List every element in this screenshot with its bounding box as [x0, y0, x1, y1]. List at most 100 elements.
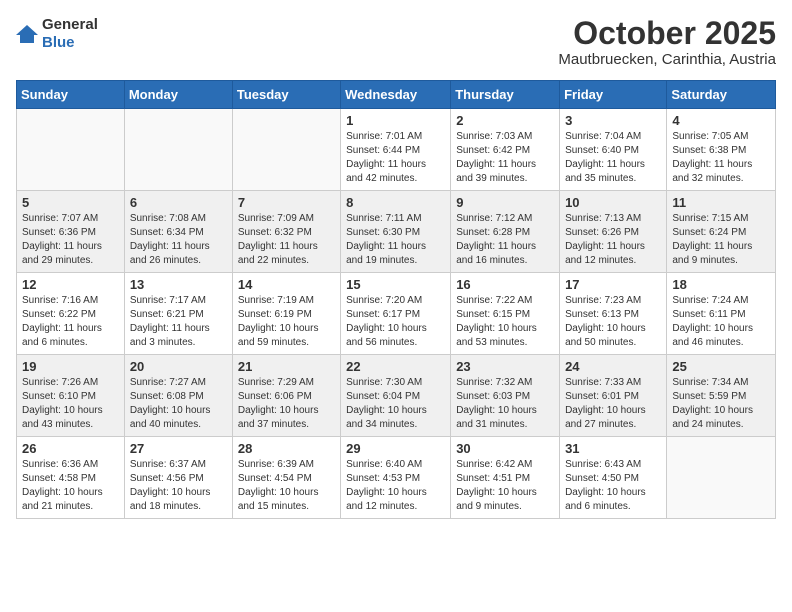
calendar-cell: 6Sunrise: 7:08 AM Sunset: 6:34 PM Daylig…: [124, 191, 232, 273]
calendar-cell: 5 Sunrise: 7:07 AM Sunset: 6:36 PM Daylig…: [17, 191, 125, 273]
calendar-cell: [124, 109, 232, 191]
week-row-5: 26 Sunrise: 6:36 AM Sunset: 4:58 PM Dayli…: [17, 437, 776, 519]
day-info: Sunrise: 7:30 AM Sunset: 6:04 PM Dayligh…: [346, 376, 445, 432]
day-number: 11: [672, 195, 770, 210]
calendar-cell: 18 Sunrise: 7:24 AM Sunset: 6:11 PM Dayli…: [667, 273, 776, 355]
day-number: 25: [672, 359, 770, 374]
day-number: 8: [346, 195, 445, 210]
day-info: Sunrise: 7:09 AM Sunset: 6:32 PM Dayligh…: [238, 212, 335, 268]
day-info: Sunrise: 7:22 AM Sunset: 6:15 PM Dayligh…: [456, 294, 554, 350]
day-number: 22: [346, 359, 445, 374]
day-number: 17: [565, 277, 661, 292]
day-number: 20: [130, 359, 227, 374]
calendar-cell: 25Sunrise: 7:34 AM Sunset: 5:59 PM Dayli…: [667, 355, 776, 437]
calendar-cell: 16 Sunrise: 7:22 AM Sunset: 6:15 PM Dayli…: [451, 273, 560, 355]
weekday-header-saturday: Saturday: [667, 81, 776, 109]
day-info: Sunrise: 7:27 AM Sunset: 6:08 PM Dayligh…: [130, 376, 227, 432]
day-number: 24: [565, 359, 661, 374]
day-number: 28: [238, 441, 335, 456]
weekday-header-monday: Monday: [124, 81, 232, 109]
calendar-cell: 20 Sunrise: 7:27 AM Sunset: 6:08 PM Dayli…: [124, 355, 232, 437]
day-info: Sunrise: 7:01 AM Sunset: 6:44 PM Dayligh…: [346, 130, 445, 186]
calendar-cell: 14Sunrise: 7:19 AM Sunset: 6:19 PM Dayli…: [232, 273, 340, 355]
day-number: 12: [22, 277, 119, 292]
page-header: General Blue October 2025 Mautbruecken, …: [16, 16, 776, 68]
day-info: Sunrise: 6:43 AM Sunset: 4:50 PM Dayligh…: [565, 458, 661, 514]
calendar-cell: 21 Sunrise: 7:29 AM Sunset: 6:06 PM Dayli…: [232, 355, 340, 437]
weekday-header-friday: Friday: [560, 81, 667, 109]
weekday-header-thursday: Thursday: [451, 81, 560, 109]
calendar-cell: 15 Sunrise: 7:20 AM Sunset: 6:17 PM Dayli…: [341, 273, 451, 355]
day-info: Sunrise: 7:05 AM Sunset: 6:38 PM Dayligh…: [672, 130, 770, 186]
calendar-cell: 7 Sunrise: 7:09 AM Sunset: 6:32 PM Daylig…: [232, 191, 340, 273]
day-number: 26: [22, 441, 119, 456]
day-number: 18: [672, 277, 770, 292]
calendar-cell: [17, 109, 125, 191]
day-number: 1: [346, 113, 445, 128]
day-info: Sunrise: 6:40 AM Sunset: 4:53 PM Dayligh…: [346, 458, 445, 514]
week-row-4: 19 Sunrise: 7:26 AM Sunset: 6:10 PM Dayli…: [17, 355, 776, 437]
weekday-header-tuesday: Tuesday: [232, 81, 340, 109]
calendar-cell: 24 Sunrise: 7:33 AM Sunset: 6:01 PM Dayli…: [560, 355, 667, 437]
day-info: Sunrise: 7:03 AM Sunset: 6:42 PM Dayligh…: [456, 130, 554, 186]
weekday-header-row: SundayMondayTuesdayWednesdayThursdayFrid…: [17, 81, 776, 109]
calendar-cell: 13 Sunrise: 7:17 AM Sunset: 6:21 PM Dayli…: [124, 273, 232, 355]
day-info: Sunrise: 6:37 AM Sunset: 4:56 PM Dayligh…: [130, 458, 227, 514]
calendar-cell: 4 Sunrise: 7:05 AM Sunset: 6:38 PM Daylig…: [667, 109, 776, 191]
calendar-cell: 12 Sunrise: 7:16 AM Sunset: 6:22 PM Dayli…: [17, 273, 125, 355]
calendar-cell: 8 Sunrise: 7:11 AM Sunset: 6:30 PM Daylig…: [341, 191, 451, 273]
day-info: Sunrise: 7:11 AM Sunset: 6:30 PM Dayligh…: [346, 212, 445, 268]
day-number: 7: [238, 195, 335, 210]
day-number: 5: [22, 195, 119, 210]
calendar-cell: 26 Sunrise: 6:36 AM Sunset: 4:58 PM Dayli…: [17, 437, 125, 519]
week-row-2: 5 Sunrise: 7:07 AM Sunset: 6:36 PM Daylig…: [17, 191, 776, 273]
calendar-cell: 28 Sunrise: 6:39 AM Sunset: 4:54 PM Dayli…: [232, 437, 340, 519]
day-info: Sunrise: 7:33 AM Sunset: 6:01 PM Dayligh…: [565, 376, 661, 432]
day-number: 30: [456, 441, 554, 456]
day-info: Sunrise: 7:15 AM Sunset: 6:24 PM Dayligh…: [672, 212, 770, 268]
week-row-3: 12 Sunrise: 7:16 AM Sunset: 6:22 PM Dayli…: [17, 273, 776, 355]
title-block: October 2025 Mautbruecken, Carinthia, Au…: [558, 16, 776, 68]
day-number: 10: [565, 195, 661, 210]
calendar-cell: 31Sunrise: 6:43 AM Sunset: 4:50 PM Dayli…: [560, 437, 667, 519]
day-number: 21: [238, 359, 335, 374]
day-number: 3: [565, 113, 661, 128]
day-number: 6: [130, 195, 227, 210]
day-number: 13: [130, 277, 227, 292]
weekday-header-wednesday: Wednesday: [341, 81, 451, 109]
calendar-cell: 1 Sunrise: 7:01 AM Sunset: 6:44 PM Daylig…: [341, 109, 451, 191]
day-info: Sunrise: 7:12 AM Sunset: 6:28 PM Dayligh…: [456, 212, 554, 268]
day-number: 19: [22, 359, 119, 374]
day-info: Sunrise: 7:26 AM Sunset: 6:10 PM Dayligh…: [22, 376, 119, 432]
calendar-table: SundayMondayTuesdayWednesdayThursdayFrid…: [16, 80, 776, 519]
day-number: 29: [346, 441, 445, 456]
day-number: 23: [456, 359, 554, 374]
day-number: 4: [672, 113, 770, 128]
day-info: Sunrise: 7:20 AM Sunset: 6:17 PM Dayligh…: [346, 294, 445, 350]
day-number: 27: [130, 441, 227, 456]
calendar-cell: 3Sunrise: 7:04 AM Sunset: 6:40 PM Daylig…: [560, 109, 667, 191]
day-number: 15: [346, 277, 445, 292]
day-number: 14: [238, 277, 335, 292]
calendar-cell: 17Sunrise: 7:23 AM Sunset: 6:13 PM Dayli…: [560, 273, 667, 355]
day-info: Sunrise: 6:39 AM Sunset: 4:54 PM Dayligh…: [238, 458, 335, 514]
month-title: October 2025: [558, 16, 776, 51]
day-info: Sunrise: 7:24 AM Sunset: 6:11 PM Dayligh…: [672, 294, 770, 350]
day-number: 9: [456, 195, 554, 210]
day-info: Sunrise: 7:29 AM Sunset: 6:06 PM Dayligh…: [238, 376, 335, 432]
day-info: Sunrise: 7:16 AM Sunset: 6:22 PM Dayligh…: [22, 294, 119, 350]
calendar-cell: 10Sunrise: 7:13 AM Sunset: 6:26 PM Dayli…: [560, 191, 667, 273]
calendar-cell: 19 Sunrise: 7:26 AM Sunset: 6:10 PM Dayli…: [17, 355, 125, 437]
logo: General Blue: [16, 16, 98, 52]
calendar-cell: 2 Sunrise: 7:03 AM Sunset: 6:42 PM Daylig…: [451, 109, 560, 191]
day-info: Sunrise: 7:07 AM Sunset: 6:36 PM Dayligh…: [22, 212, 119, 268]
calendar-cell: 22 Sunrise: 7:30 AM Sunset: 6:04 PM Dayli…: [341, 355, 451, 437]
day-info: Sunrise: 6:36 AM Sunset: 4:58 PM Dayligh…: [22, 458, 119, 514]
logo-icon: [16, 25, 38, 43]
calendar-cell: 30Sunrise: 6:42 AM Sunset: 4:51 PM Dayli…: [451, 437, 560, 519]
day-number: 16: [456, 277, 554, 292]
day-info: Sunrise: 7:17 AM Sunset: 6:21 PM Dayligh…: [130, 294, 227, 350]
day-number: 2: [456, 113, 554, 128]
calendar-cell: 9 Sunrise: 7:12 AM Sunset: 6:28 PM Daylig…: [451, 191, 560, 273]
calendar-cell: 23Sunrise: 7:32 AM Sunset: 6:03 PM Dayli…: [451, 355, 560, 437]
